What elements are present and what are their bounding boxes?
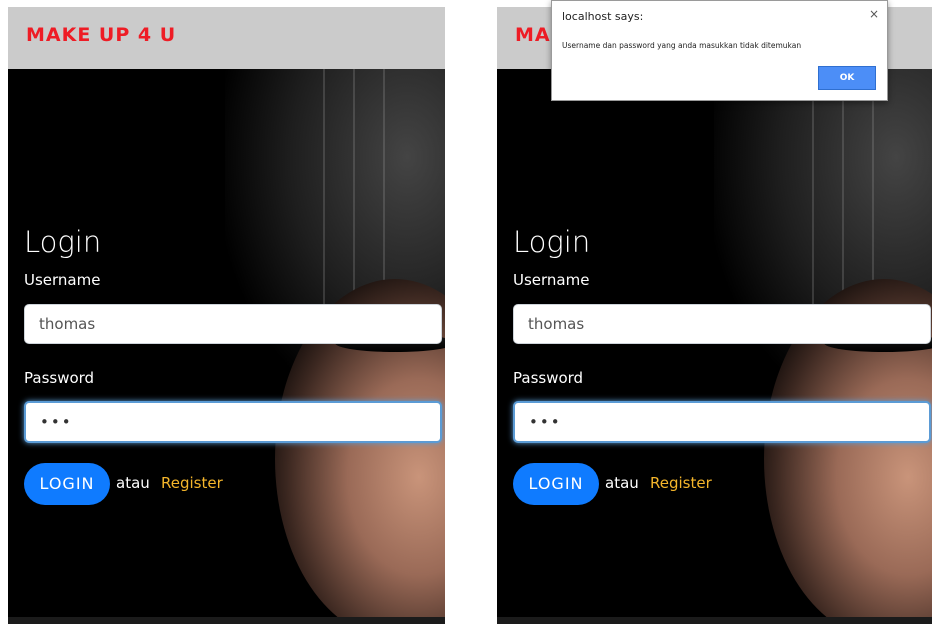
brand-logo[interactable]: MAKE UP 4 U (26, 24, 176, 46)
login-page-before: MAKE UP 4 U Login Username thomas Passwo… (8, 7, 445, 624)
close-icon[interactable]: × (869, 7, 879, 21)
register-link[interactable]: Register (161, 474, 223, 492)
username-input[interactable]: thomas (513, 304, 931, 344)
username-label: Username (513, 271, 590, 289)
username-input[interactable]: thomas (24, 304, 442, 344)
dialog-message: Username dan password yang anda masukkan… (562, 41, 802, 50)
alert-dialog: localhost says: × Username dan password … (551, 0, 888, 101)
password-label: Password (513, 369, 584, 387)
password-input[interactable]: ••• (513, 401, 931, 443)
or-text: atau (605, 474, 639, 492)
password-label: Password (24, 369, 95, 387)
footer-bar (8, 617, 445, 624)
dialog-title: localhost says: (562, 10, 644, 23)
register-link[interactable]: Register (650, 474, 712, 492)
footer-bar (497, 617, 932, 624)
or-text: atau (116, 474, 150, 492)
login-button[interactable]: LOGIN (24, 463, 110, 505)
login-title: Login (24, 225, 102, 259)
ok-button[interactable]: OK (818, 66, 876, 90)
navbar: MAKE UP 4 U (8, 7, 445, 69)
password-input[interactable]: ••• (24, 401, 442, 443)
login-title: Login (513, 225, 591, 259)
login-button[interactable]: LOGIN (513, 463, 599, 505)
username-label: Username (24, 271, 101, 289)
